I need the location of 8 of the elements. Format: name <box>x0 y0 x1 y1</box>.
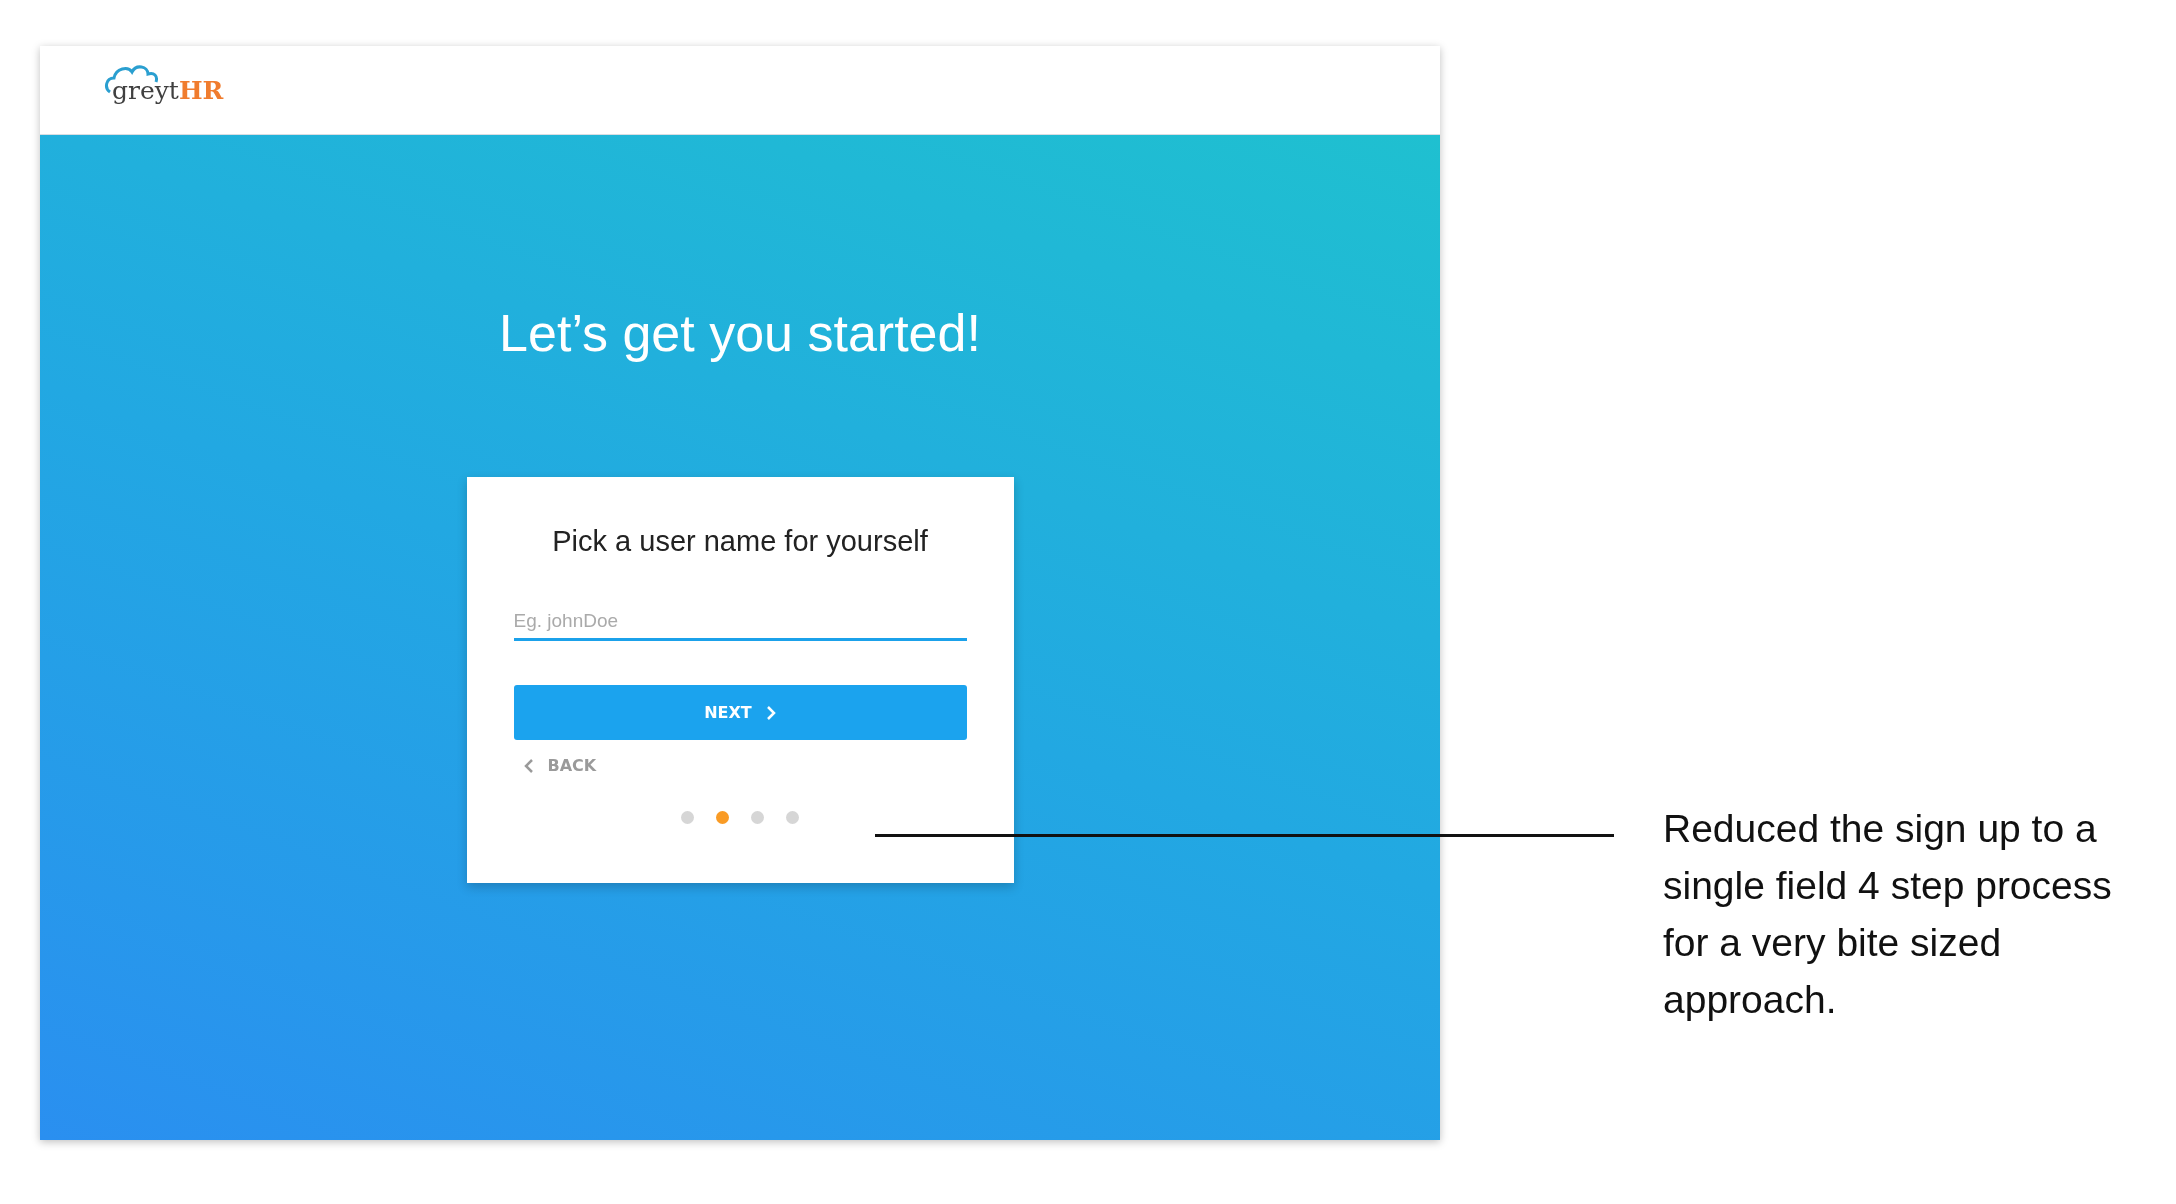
page-heading: Let’s get you started! <box>499 303 981 363</box>
logo-text: greytHR <box>112 75 224 105</box>
next-button[interactable]: NEXT <box>513 685 967 740</box>
chevron-left-icon <box>523 757 534 774</box>
card-title: Pick a user name for yourself <box>552 525 928 558</box>
back-link[interactable]: BACK <box>523 756 597 775</box>
chevron-right-icon <box>765 704 776 721</box>
annotation-text: Reduced the sign up to a single field 4 step process for a very bite sized approach. <box>1663 806 2113 1023</box>
